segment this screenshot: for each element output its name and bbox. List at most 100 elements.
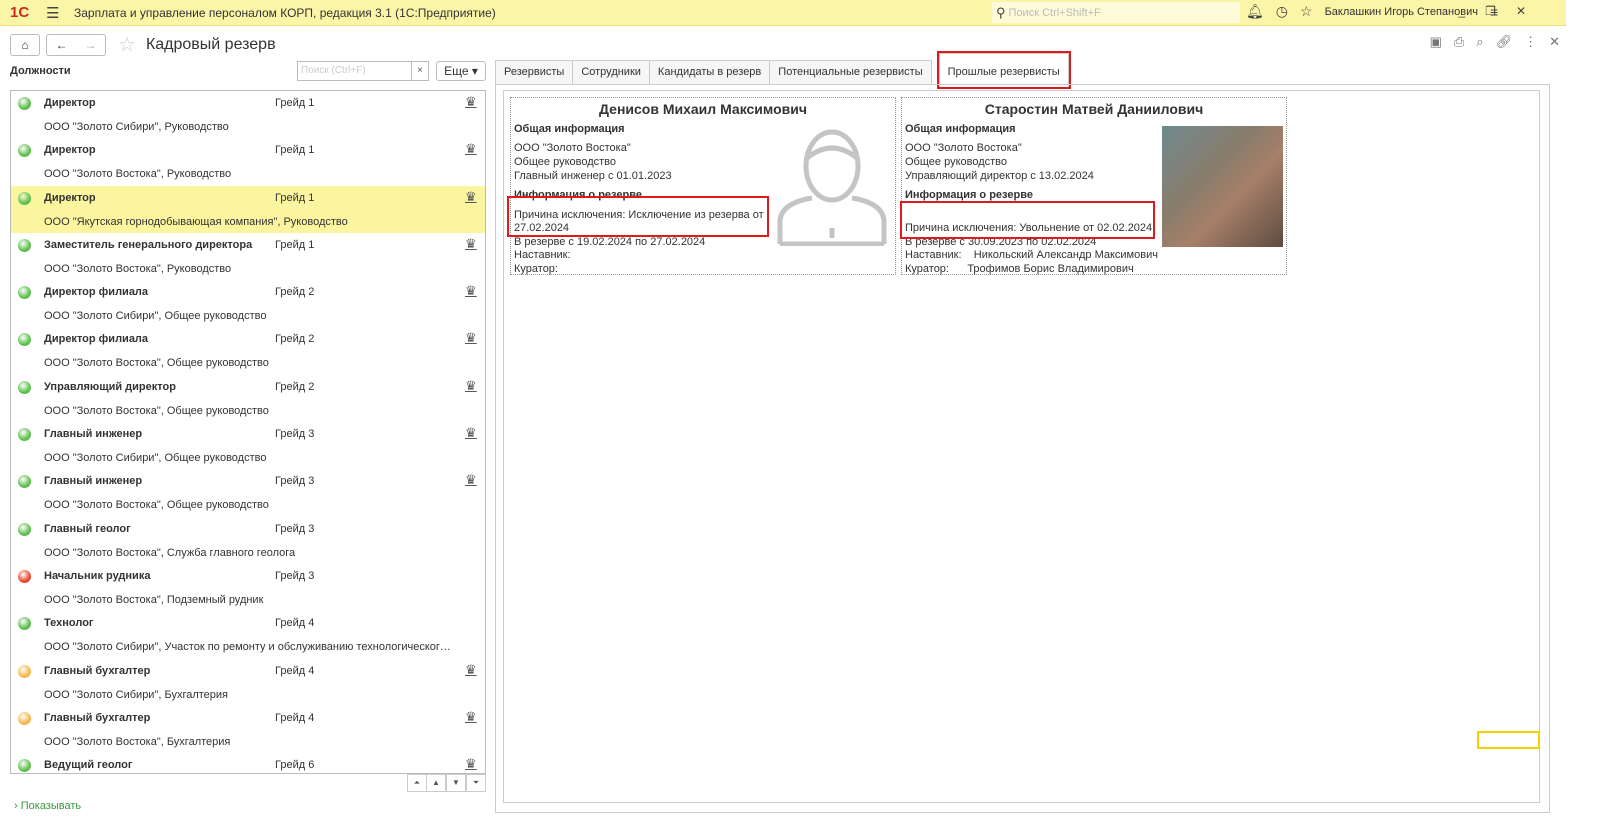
status-indicator-icon <box>18 238 31 252</box>
position-row[interactable]: Директор Грейд 1 ♛ ООО "Золото Сибири", … <box>11 91 485 138</box>
position-row[interactable]: Ведущий геолог Грейд 6 ♛ <box>11 753 485 773</box>
position-grade: Грейд 1 <box>275 144 315 157</box>
close-form-icon[interactable]: ✕ <box>1549 34 1560 50</box>
crown-icon[interactable]: ♛ <box>465 756 477 772</box>
close-icon[interactable]: ✕ <box>1516 4 1526 18</box>
position-org: ООО "Золото Сибири", Бухгалтерия <box>44 688 229 701</box>
position-row[interactable]: Директор Грейд 1 ♛ ООО "Золото Востока",… <box>11 138 485 185</box>
status-indicator-icon <box>18 711 31 725</box>
show-link[interactable]: › Показывать <box>14 800 81 812</box>
global-search-input[interactable]: ⚲ Поиск Ctrl+Shift+F <box>992 2 1240 23</box>
position-row[interactable]: Директор филиала Грейд 2 ♛ ООО "Золото В… <box>11 327 485 374</box>
position-grade: Грейд 1 <box>275 97 315 109</box>
position-grade: Грейд 1 <box>275 191 315 204</box>
tab-past-reservists[interactable]: Прошлые резервисты <box>936 51 1071 89</box>
status-indicator-icon <box>18 191 31 205</box>
crown-icon[interactable]: ♛ <box>465 330 477 346</box>
back-arrow-icon[interactable]: ← <box>56 38 68 52</box>
clear-search-button[interactable]: × <box>411 61 429 81</box>
position-row[interactable]: Главный инженер Грейд 3 ♛ ООО "Золото Во… <box>11 469 485 516</box>
app-title: Зарплата и управление персоналом КОРП, р… <box>74 5 496 20</box>
position-row[interactable]: Директор Грейд 1 ♛ ООО "Якутская горнодо… <box>11 185 485 233</box>
position-org: ООО "Золото Сибири", Участок по ремонту … <box>44 641 454 654</box>
restore-icon[interactable]: ❐ <box>1485 4 1496 18</box>
app-logo: 1С <box>10 4 30 21</box>
crown-icon[interactable]: ♛ <box>465 472 477 488</box>
user-name[interactable]: Баклашкин Игорь Степанович <box>1325 6 1478 18</box>
position-row[interactable]: Технолог Грейд 4 ООО "Золото Сибири", Уч… <box>11 611 485 658</box>
reserve-period: В резерве с 19.02.2024 по 27.02.2024 <box>514 236 706 248</box>
position-grade: Грейд 4 <box>275 664 315 677</box>
home-button[interactable]: ⌂ <box>10 33 40 56</box>
menu-icon[interactable]: ☰ <box>46 4 68 22</box>
curator-label: Куратор: <box>905 263 949 275</box>
card-name: Старостин Матвей Даниилович <box>984 101 1204 117</box>
page-title: Кадровый резерв <box>145 35 276 53</box>
history-icon[interactable]: ◷ <box>1276 3 1288 20</box>
position-row[interactable]: Главный бухгалтер Грейд 4 ♛ ООО "Золото … <box>11 706 485 753</box>
crown-icon[interactable]: ♛ <box>465 378 477 394</box>
crown-icon[interactable]: ♛ <box>465 189 477 205</box>
favorite-star-icon[interactable]: ☆ <box>118 32 136 57</box>
scroll-bottom-button[interactable]: ⏷ <box>466 774 486 792</box>
crown-icon[interactable]: ♛ <box>465 425 477 441</box>
scroll-top-button[interactable]: ⏶ <box>407 774 427 792</box>
avatar-placeholder-icon <box>777 129 887 246</box>
star-icon[interactable]: ☆ <box>1300 3 1313 20</box>
crown-icon[interactable]: ♛ <box>465 662 477 678</box>
position-row[interactable]: Заместитель генерального директора Грейд… <box>11 233 485 280</box>
position-org: ООО "Золото Востока", Руководство <box>44 262 232 275</box>
mentor-label: Наставник: <box>514 249 571 261</box>
crown-icon[interactable]: ♛ <box>465 236 477 252</box>
position-row[interactable]: Управляющий директор Грейд 2 ♛ ООО "Золо… <box>11 375 485 422</box>
position-row[interactable]: Директор филиала Грейд 2 ♛ ООО "Золото С… <box>11 280 485 327</box>
positions-list[interactable]: Директор Грейд 1 ♛ ООО "Золото Сибири", … <box>10 90 486 774</box>
position-name: Директор <box>44 97 96 109</box>
position-row[interactable]: Главный бухгалтер Грейд 4 ♛ ООО "Золото … <box>11 659 485 706</box>
crown-icon[interactable]: ♛ <box>465 283 477 299</box>
position-row[interactable]: Главный инженер Грейд 3 ♛ ООО "Золото Си… <box>11 422 485 469</box>
scroll-up-button[interactable]: ▲ <box>426 774 446 792</box>
position-org: ООО "Золото Сибири", Общее руководство <box>44 310 267 323</box>
position-name: Директор <box>44 191 96 204</box>
more-vertical-icon[interactable]: ⋮ <box>1524 34 1537 50</box>
tab-reservists[interactable]: Резервисты <box>495 60 574 84</box>
reservist-card[interactable]: Старостин Матвей Даниилович Общая информ… <box>901 97 1287 275</box>
tabs: Резервисты Сотрудники Кандидаты в резерв… <box>495 51 1071 89</box>
general-info-heading: Общая информация <box>905 123 1016 135</box>
position-name: Директор филиала <box>44 286 149 299</box>
tab-potential[interactable]: Потенциальные резервисты <box>769 60 932 84</box>
tab-employees[interactable]: Сотрудники <box>572 60 650 84</box>
position-row[interactable]: Главный геолог Грейд 3 ООО "Золото Восто… <box>11 517 485 564</box>
positions-search-input[interactable]: Поиск (Ctrl+F) <box>297 61 412 81</box>
position-grade: Грейд 1 <box>275 238 315 251</box>
bell-icon[interactable]: 🔔︎ <box>1246 3 1264 20</box>
position-org: ООО "Золото Востока", Служба главного ге… <box>44 546 296 559</box>
card-org: ООО "Золото Востока" <box>514 142 631 154</box>
scroll-down-button[interactable]: ▼ <box>446 774 466 792</box>
position-grade: Грейд 4 <box>275 711 315 724</box>
minimize-icon[interactable]: _ <box>1458 4 1465 18</box>
mentor-label: Наставник: <box>905 249 962 261</box>
crown-icon[interactable]: ♛ <box>465 141 477 157</box>
tab-candidates[interactable]: Кандидаты в резерв <box>648 60 771 84</box>
status-indicator-icon <box>18 144 31 158</box>
save-icon[interactable]: ▣ <box>1430 34 1442 50</box>
position-name: Главный инженер <box>44 428 143 441</box>
print-icon[interactable]: ⎙ <box>1454 34 1464 50</box>
search-placeholder: Поиск Ctrl+Shift+F <box>1008 6 1101 19</box>
link-icon[interactable]: 🔗︎ <box>1496 34 1513 50</box>
position-name: Начальник рудника <box>44 569 151 582</box>
crown-icon[interactable]: ♛ <box>465 709 477 725</box>
forward-arrow-icon[interactable]: → <box>85 38 97 52</box>
more-button[interactable]: Еще ▾ <box>436 61 486 81</box>
position-grade: Грейд 2 <box>275 380 315 393</box>
status-indicator-icon <box>18 286 31 300</box>
status-indicator-icon <box>18 428 31 442</box>
preview-icon[interactable]: ⌕ <box>1476 34 1483 50</box>
position-org: ООО "Якутская горнодобывающая компания",… <box>44 215 348 228</box>
reservist-card[interactable]: Денисов Михаил Максимович Общая информац… <box>510 97 896 275</box>
crown-icon[interactable]: ♛ <box>465 94 477 110</box>
position-row[interactable]: Начальник рудника Грейд 3 ООО "Золото Во… <box>11 564 485 611</box>
nav-buttons: ← → <box>46 33 106 56</box>
